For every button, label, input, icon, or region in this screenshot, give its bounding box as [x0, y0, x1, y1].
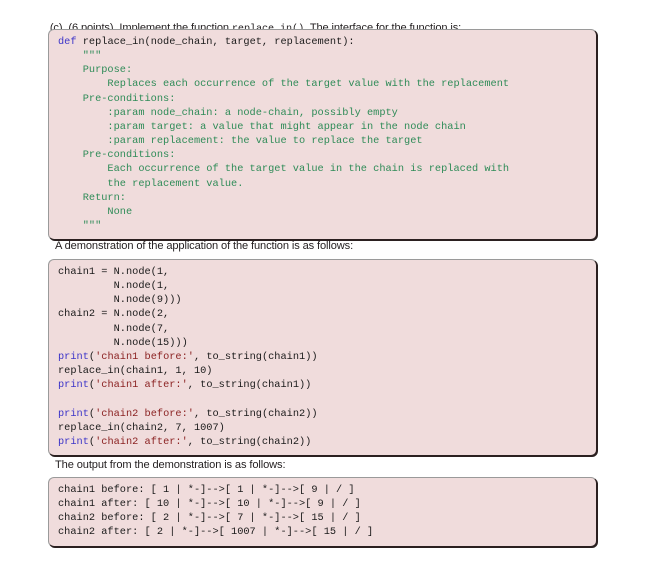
- code-line: :param target: a value that might appear…: [58, 120, 596, 134]
- code-token: """: [58, 220, 102, 233]
- code-token: Return:: [58, 191, 126, 204]
- code-line: Pre-conditions:: [58, 92, 596, 106]
- code-line: N.node(9))): [58, 293, 596, 307]
- code-token: print: [58, 350, 89, 363]
- code-line: N.node(1,: [58, 279, 596, 293]
- output-code-block: chain1 before: [ 1 | *-]-->[ 1 | *-]-->[…: [48, 477, 597, 547]
- code-token: 'chain2 before:': [95, 407, 194, 420]
- code-token: Pre-conditions:: [58, 149, 176, 162]
- code-token: chain2 = N.node(2,: [58, 308, 170, 321]
- code-token: Purpose:: [58, 64, 133, 77]
- code-token: Replaces each occurrence of the target v…: [58, 78, 510, 91]
- code-token: :param target: a value that might appear…: [58, 120, 466, 133]
- code-token: N.node(9))): [58, 294, 182, 307]
- code-token: chain1 = N.node(1,: [58, 266, 170, 278]
- code-token: :param node_chain: a node-chain, possibl…: [58, 106, 398, 119]
- code-token: None: [58, 205, 133, 218]
- code-line: Return:: [58, 191, 596, 205]
- interface-code-text: def replace_in(node_chain, target, repla…: [49, 35, 596, 233]
- code-line: :param replacement: the value to replace…: [58, 134, 596, 148]
- code-line: N.node(7,: [58, 322, 596, 336]
- code-line: chain2 before: [ 2 | *-]-->[ 7 | *-]-->[…: [58, 511, 596, 525]
- code-token: replace_in(node_chain, target, replaceme…: [76, 36, 355, 48]
- code-line: Each occurrence of the target value in t…: [58, 162, 596, 176]
- code-line: chain1 before: [ 1 | *-]-->[ 1 | *-]-->[…: [58, 483, 596, 497]
- code-line: print('chain2 after:', to_string(chain2)…: [58, 435, 596, 449]
- code-line: replace_in(chain2, 7, 1007): [58, 421, 596, 435]
- code-line: chain1 after: [ 10 | *-]-->[ 10 | *-]-->…: [58, 497, 596, 511]
- code-token: """: [58, 50, 102, 63]
- demo-code-block: chain1 = N.node(1, N.node(1, N.node(9)))…: [48, 259, 597, 457]
- code-token: chain1 after: [ 10 | *-]-->[ 10 | *-]-->…: [58, 498, 361, 511]
- code-line: print('chain1 after:', to_string(chain1)…: [58, 378, 596, 392]
- code-token: 'chain1 before:': [95, 350, 194, 363]
- code-token: , to_string(chain1)): [187, 379, 312, 392]
- code-token: chain1 before: [ 1 | *-]-->[ 1 | *-]-->[…: [58, 484, 355, 496]
- exam-question-page: (c) (6 points) Implement the function re…: [0, 0, 646, 567]
- code-token: def: [58, 36, 77, 48]
- code-token: Each occurrence of the target value in t…: [58, 163, 510, 176]
- code-token: 'chain2 after:': [95, 435, 188, 448]
- code-token: Pre-conditions:: [58, 92, 176, 105]
- demo-code-text: chain1 = N.node(1, N.node(1, N.node(9)))…: [49, 265, 596, 449]
- code-line: """: [58, 49, 596, 63]
- code-line: chain2 after: [ 2 | *-]-->[ 1007 | *-]--…: [58, 525, 596, 539]
- interface-code-block: def replace_in(node_chain, target, repla…: [48, 29, 597, 241]
- code-line: Replaces each occurrence of the target v…: [58, 77, 596, 91]
- code-line: N.node(15))): [58, 336, 596, 350]
- code-line: chain2 = N.node(2,: [58, 307, 596, 321]
- code-token: , to_string(chain2)): [193, 407, 318, 420]
- code-line: chain1 = N.node(1,: [58, 265, 596, 279]
- code-line: print('chain1 before:', to_string(chain1…: [58, 350, 596, 364]
- output-code-text: chain1 before: [ 1 | *-]-->[ 1 | *-]-->[…: [49, 483, 596, 540]
- code-token: , to_string(chain1)): [193, 350, 318, 363]
- code-token: 'chain1 after:': [95, 379, 188, 392]
- code-line: the replacement value.: [58, 177, 596, 191]
- code-token: print: [58, 379, 89, 392]
- code-line: :param node_chain: a node-chain, possibl…: [58, 106, 596, 120]
- code-line: """: [58, 219, 596, 233]
- code-token: replace_in(chain2, 7, 1007): [58, 421, 225, 434]
- code-token: print: [58, 407, 89, 420]
- code-token: chain2 before: [ 2 | *-]-->[ 7 | *-]-->[…: [58, 512, 361, 525]
- code-token: the replacement value.: [58, 177, 244, 190]
- code-token: N.node(1,: [58, 280, 170, 293]
- code-token: N.node(7,: [58, 322, 170, 335]
- code-token: print: [58, 435, 89, 448]
- demo-caption: A demonstration of the application of th…: [55, 240, 354, 252]
- output-caption: The output from the demonstration is as …: [55, 459, 286, 471]
- code-token: replace_in(chain1, 1, 10): [58, 365, 213, 378]
- code-token: :param replacement: the value to replace…: [58, 135, 423, 148]
- code-line: replace_in(chain1, 1, 10): [58, 364, 596, 378]
- code-line: def replace_in(node_chain, target, repla…: [58, 35, 596, 49]
- code-line: Purpose:: [58, 63, 596, 77]
- code-token: , to_string(chain2)): [187, 435, 312, 448]
- code-line: None: [58, 205, 596, 219]
- code-token: N.node(15))): [58, 336, 188, 349]
- code-line: print('chain2 before:', to_string(chain2…: [58, 407, 596, 421]
- code-line: Pre-conditions:: [58, 148, 596, 162]
- code-token: chain2 after: [ 2 | *-]-->[ 1007 | *-]--…: [58, 526, 374, 539]
